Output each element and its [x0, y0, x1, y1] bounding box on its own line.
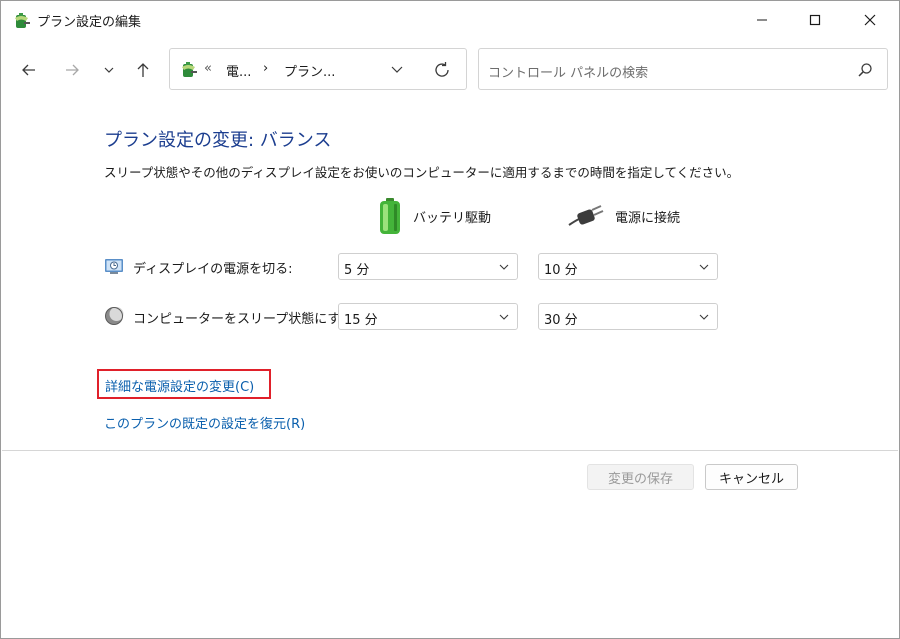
- sleep-plugged-select[interactable]: 30 分: [538, 303, 718, 330]
- minimize-button[interactable]: [739, 1, 785, 39]
- chevron-down-icon: [699, 264, 709, 270]
- display-icon: [105, 259, 123, 274]
- chevron-down-icon: [104, 67, 114, 73]
- column-label-battery: バッテリ駆動: [413, 210, 492, 226]
- search-icon[interactable]: [857, 62, 873, 78]
- sleep-label: コンピューターをスリープ状態にする:: [133, 312, 358, 327]
- display-off-battery-select[interactable]: 5 分: [338, 253, 518, 280]
- window-title: プラン設定の編集: [37, 15, 142, 30]
- search-placeholder[interactable]: コントロール パネルの検索: [488, 62, 648, 81]
- address-bar[interactable]: « 電... › プラン...: [169, 48, 467, 90]
- close-button[interactable]: [847, 1, 893, 39]
- power-options-icon: [15, 13, 30, 28]
- battery-icon: [380, 198, 400, 234]
- breadcrumb-overflow[interactable]: «: [204, 61, 212, 76]
- arrow-left-icon: [22, 64, 35, 76]
- select-value: 5 分: [344, 263, 370, 278]
- breadcrumb-separator[interactable]: ›: [263, 61, 268, 76]
- select-value: 10 分: [544, 263, 578, 278]
- column-header-battery: バッテリ駆動: [377, 197, 491, 235]
- forward-button[interactable]: [58, 56, 86, 84]
- column-label-plugged-in: 電源に接続: [615, 210, 681, 226]
- select-value: 30 分: [544, 313, 578, 328]
- chevron-down-icon: [499, 264, 509, 270]
- maximize-button[interactable]: [792, 1, 838, 39]
- arrow-up-icon: [137, 63, 149, 77]
- breadcrumb-power-options[interactable]: 電...: [226, 61, 251, 80]
- divider: [2, 450, 898, 451]
- advanced-power-settings-link[interactable]: 詳細な電源設定の変更(C): [105, 376, 254, 395]
- sleep-battery-select[interactable]: 15 分: [338, 303, 518, 330]
- sleep-moon-icon: [105, 307, 124, 325]
- chevron-down-icon[interactable]: [391, 65, 403, 75]
- column-header-plugged-in: 電源に接続: [567, 197, 680, 235]
- page-title: プラン設定の変更: バランス: [104, 130, 332, 151]
- page-description: スリープ状態やその他のディスプレイ設定をお使いのコンピューターに適用するまでの時…: [104, 165, 740, 180]
- minimize-icon: [757, 19, 767, 21]
- chevron-down-icon: [699, 314, 709, 320]
- recent-locations-button[interactable]: [95, 56, 123, 84]
- edit-plan-settings-window: プラン設定の編集 « 電... › プラン... コントロール パネルの検索 プ…: [0, 0, 900, 639]
- select-value: 15 分: [344, 313, 378, 328]
- title-bar: プラン設定の編集: [1, 1, 899, 39]
- close-icon: [864, 14, 876, 26]
- display-off-plugged-select[interactable]: 10 分: [538, 253, 718, 280]
- power-options-icon: [182, 62, 197, 77]
- breadcrumb-edit-plan[interactable]: プラン...: [284, 61, 335, 80]
- back-button[interactable]: [15, 56, 43, 84]
- restore-defaults-link[interactable]: このプランの既定の設定を復元(R): [104, 413, 305, 432]
- arrow-right-icon: [66, 64, 79, 76]
- maximize-icon: [809, 14, 821, 26]
- chevron-down-icon: [499, 314, 509, 320]
- up-button[interactable]: [129, 56, 157, 84]
- cancel-button[interactable]: キャンセル: [705, 464, 798, 490]
- refresh-icon[interactable]: [433, 61, 451, 79]
- power-plug-icon: [568, 205, 604, 226]
- display-off-label: ディスプレイの電源を切る:: [133, 262, 293, 277]
- save-changes-button[interactable]: 変更の保存: [587, 464, 694, 490]
- search-box[interactable]: コントロール パネルの検索: [478, 48, 888, 90]
